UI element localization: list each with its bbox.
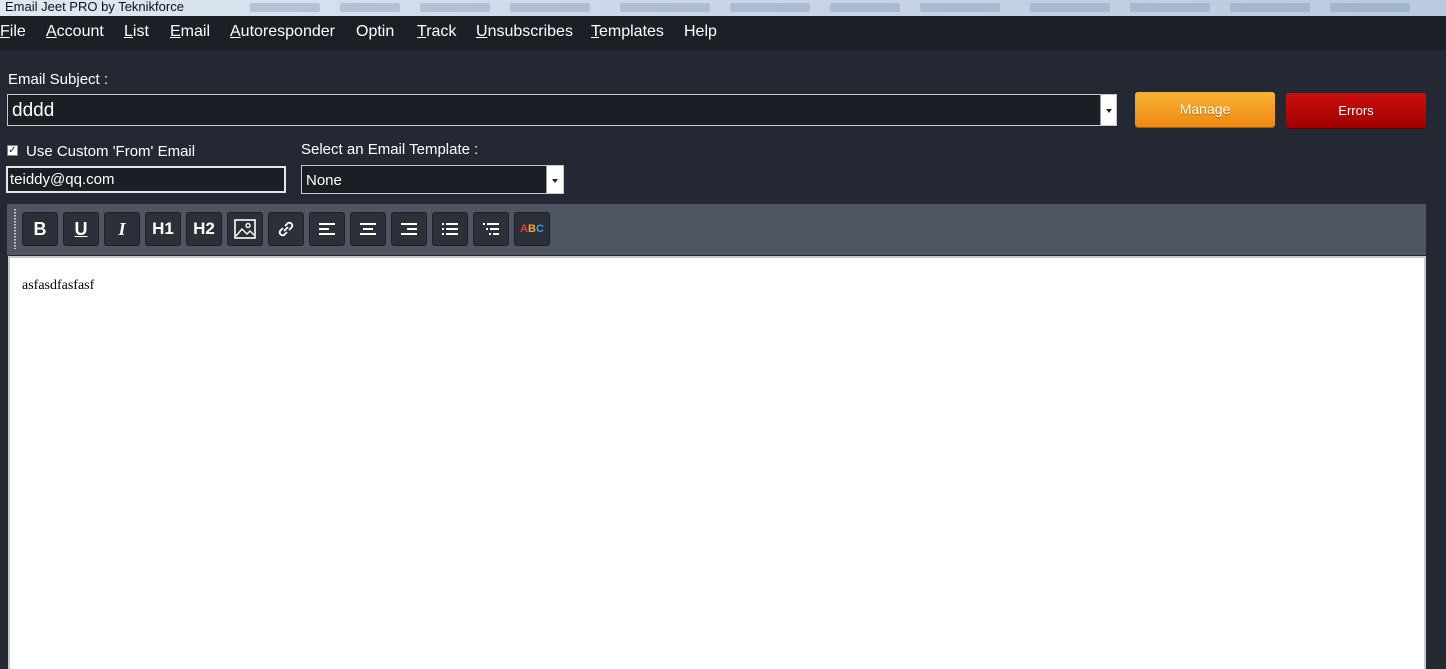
underline-button[interactable]: U bbox=[63, 212, 99, 246]
from-email-value: teiddy@qq.com bbox=[10, 171, 115, 188]
spellcheck-letter-b: B bbox=[528, 223, 536, 235]
menu-optin[interactable]: Optin bbox=[356, 23, 394, 41]
menu-label: mail bbox=[180, 23, 211, 40]
subject-value: dddd bbox=[12, 100, 55, 121]
menu-label: ccount bbox=[56, 23, 104, 40]
align-right-icon bbox=[401, 223, 417, 235]
menu-email[interactable]: Email bbox=[170, 23, 210, 41]
spellcheck-button[interactable]: ABC bbox=[514, 212, 550, 246]
taskbar-ghost bbox=[830, 3, 900, 12]
menu-label: nsubscribes bbox=[487, 23, 573, 40]
heading2-icon: H2 bbox=[193, 219, 215, 238]
align-center-button[interactable] bbox=[350, 212, 386, 246]
menu-label: ile bbox=[9, 23, 26, 40]
menu-templates[interactable]: Templates bbox=[591, 23, 664, 41]
heading1-button[interactable]: H1 bbox=[145, 212, 181, 246]
align-left-icon bbox=[319, 223, 335, 235]
bold-icon: B bbox=[33, 218, 47, 239]
window-titlebar: Email Jeet PRO by Teknikforce bbox=[0, 0, 1446, 16]
subject-combobox[interactable]: dddd bbox=[7, 94, 1117, 126]
custom-from-checkbox[interactable]: ✓ bbox=[7, 145, 18, 156]
custom-from-label: Use Custom 'From' Email bbox=[26, 143, 196, 160]
from-email-input[interactable]: teiddy@qq.com bbox=[6, 166, 286, 193]
spellcheck-letter-a: A bbox=[520, 223, 529, 235]
template-label: Select an Email Template : bbox=[301, 141, 479, 158]
menu-label: A bbox=[46, 23, 57, 40]
taskbar-ghost bbox=[1330, 3, 1410, 12]
subject-label: Email Subject : bbox=[8, 71, 109, 88]
email-body-editor[interactable]: asfasdfasfasf bbox=[8, 256, 1426, 669]
menu-track[interactable]: Track bbox=[417, 23, 456, 41]
insert-link-button[interactable] bbox=[268, 212, 304, 246]
template-selected-value: None bbox=[306, 172, 342, 189]
menu-label: T bbox=[591, 23, 599, 40]
menu-account[interactable]: Account bbox=[46, 23, 104, 41]
menu-help[interactable]: Help bbox=[684, 23, 717, 41]
spellcheck-letter-c: C bbox=[535, 223, 544, 235]
menu-label: ist bbox=[132, 23, 149, 40]
menu-label: utoresponder bbox=[240, 23, 335, 40]
menu-label: L bbox=[124, 23, 133, 40]
heading2-button[interactable]: H2 bbox=[186, 212, 222, 246]
taskbar-ghost bbox=[920, 3, 1000, 12]
menu-label: emplates bbox=[599, 23, 664, 40]
window-title: Email Jeet PRO by Teknikforce bbox=[5, 0, 184, 14]
taskbar-ghost bbox=[1230, 3, 1310, 12]
taskbar-ghost bbox=[250, 3, 320, 12]
menu-bar: File Account List Email Autoresponder Op… bbox=[0, 16, 1446, 50]
errors-button[interactable]: Errors bbox=[1286, 93, 1426, 128]
menu-label: U bbox=[476, 23, 488, 40]
insert-image-button[interactable] bbox=[227, 212, 263, 246]
align-right-button[interactable] bbox=[391, 212, 427, 246]
chevron-down-icon[interactable] bbox=[1100, 95, 1116, 125]
spellcheck-icon: ABC bbox=[520, 223, 544, 235]
underline-icon: U bbox=[74, 218, 88, 239]
align-left-button[interactable] bbox=[309, 212, 345, 246]
bold-button[interactable]: B bbox=[22, 212, 58, 246]
toolbar-grip-handle[interactable] bbox=[14, 209, 16, 249]
bullet-list-button[interactable] bbox=[432, 212, 468, 246]
link-icon bbox=[278, 221, 294, 237]
menu-label: E bbox=[170, 23, 181, 40]
menu-label: F bbox=[0, 23, 10, 40]
taskbar-ghost bbox=[420, 3, 490, 12]
email-body-text: asfasdfasfasf bbox=[22, 278, 95, 293]
manage-button[interactable]: Manage bbox=[1135, 92, 1275, 127]
image-icon bbox=[234, 219, 256, 239]
menu-label: A bbox=[230, 23, 241, 40]
taskbar-ghost bbox=[1030, 3, 1110, 12]
menu-list[interactable]: List bbox=[124, 23, 149, 41]
bullet-list-icon bbox=[442, 223, 458, 235]
menu-label: rack bbox=[426, 23, 457, 40]
taskbar-ghost bbox=[510, 3, 590, 12]
indent-list-icon bbox=[483, 223, 499, 235]
indent-list-button[interactable] bbox=[473, 212, 509, 246]
taskbar-ghost bbox=[620, 3, 710, 12]
editor-toolbar: B U I H1 H2 ABC bbox=[7, 204, 1426, 255]
menu-unsubscribes[interactable]: Unsubscribes bbox=[476, 23, 573, 41]
align-center-icon bbox=[360, 223, 376, 235]
template-select[interactable]: None bbox=[301, 165, 564, 194]
taskbar-ghost bbox=[730, 3, 810, 12]
italic-button[interactable]: I bbox=[104, 212, 140, 246]
taskbar-ghost bbox=[1130, 3, 1210, 12]
heading1-icon: H1 bbox=[152, 219, 174, 238]
menu-label: T bbox=[417, 23, 427, 40]
chevron-down-icon[interactable] bbox=[546, 166, 563, 193]
taskbar-ghost bbox=[340, 3, 400, 12]
italic-icon: I bbox=[118, 218, 126, 239]
menu-file[interactable]: File bbox=[0, 23, 26, 41]
menu-autoresponder[interactable]: Autoresponder bbox=[230, 23, 335, 41]
